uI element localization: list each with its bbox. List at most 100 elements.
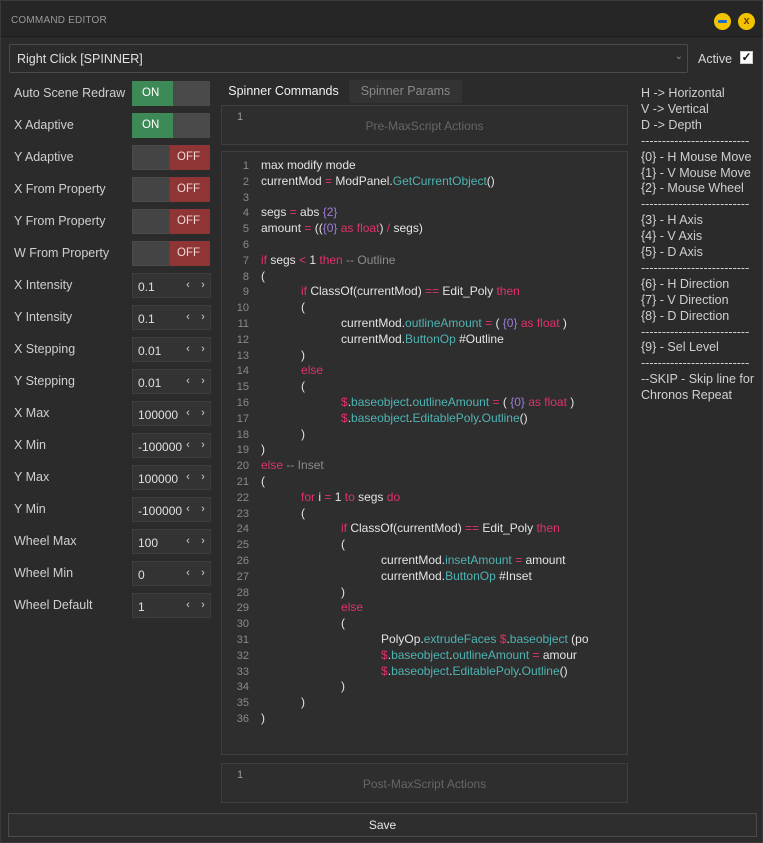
chevron-left-icon[interactable]: ‹: [181, 274, 195, 297]
code-line[interactable]: 15 (: [222, 378, 305, 394]
code-line[interactable]: 31 PolyOp.extrudeFaces $.baseobject (po: [222, 631, 589, 647]
command-select[interactable]: Right Click [SPINNER] ⌄: [9, 44, 688, 73]
setting-toggle[interactable]: OFF: [132, 177, 210, 202]
code-line[interactable]: 19): [222, 441, 265, 457]
code-line[interactable]: 11 currentMod.outlineAmount = ( {0} as f…: [222, 315, 567, 331]
chevron-left-icon[interactable]: ‹: [181, 594, 195, 617]
code-line[interactable]: 24 if ClassOf(currentMod) == Edit_Poly t…: [222, 520, 560, 536]
code-line[interactable]: 21 (: [222, 473, 265, 489]
code-editor[interactable]: 1 max modify mode 2 currentMod = ModPanel.G…: [221, 151, 628, 755]
code-line[interactable]: 17 $.baseobject.EditablePoly.Outline(): [222, 410, 528, 426]
number-spinner[interactable]: -100000 ‹ ›: [132, 497, 211, 522]
code-line[interactable]: 27 currentMod.ButtonOp #Inset: [222, 568, 532, 584]
code-line[interactable]: 13 ): [222, 347, 305, 363]
chevron-left-icon[interactable]: ‹: [181, 562, 195, 585]
spinner-value[interactable]: 0: [138, 568, 182, 582]
chevron-left-icon[interactable]: ‹: [181, 402, 195, 425]
pre-maxscript-editor[interactable]: 1 Pre-MaxScript Actions: [221, 105, 628, 145]
number-spinner[interactable]: -100000 ‹ ›: [132, 433, 211, 458]
chevron-right-icon[interactable]: ›: [196, 370, 210, 393]
help-divider: --------------------------: [641, 356, 750, 371]
spinner-value[interactable]: 0.1: [138, 312, 182, 326]
chevron-right-icon[interactable]: ›: [196, 562, 210, 585]
chevron-right-icon[interactable]: ›: [196, 274, 210, 297]
setting-toggle[interactable]: ON: [132, 81, 210, 106]
tab-spinner-params[interactable]: Spinner Params: [349, 80, 462, 103]
chevron-right-icon[interactable]: ›: [196, 306, 210, 329]
code-line[interactable]: 33 $.baseobject.EditablePoly.Outline(): [222, 663, 568, 679]
spinner-value[interactable]: 100000: [138, 472, 182, 486]
code-line[interactable]: 25 (: [222, 536, 345, 552]
spinner-value[interactable]: 0.01: [138, 376, 182, 390]
code-line[interactable]: 8(: [222, 268, 265, 284]
code-line[interactable]: 29 else: [222, 599, 363, 615]
code-line[interactable]: 1 max modify mode: [222, 157, 356, 173]
number-spinner[interactable]: 100 ‹ ›: [132, 529, 211, 554]
chevron-right-icon[interactable]: ›: [196, 530, 210, 553]
chevron-right-icon[interactable]: ›: [196, 594, 210, 617]
number-spinner[interactable]: 0.1 ‹ ›: [132, 273, 211, 298]
chevron-left-icon[interactable]: ‹: [181, 466, 195, 489]
code-line[interactable]: 6: [222, 236, 249, 252]
spinner-value[interactable]: 1: [138, 600, 182, 614]
code-line[interactable]: 16 $.baseobject.outlineAmount = ( {0} as…: [222, 394, 575, 410]
number-spinner[interactable]: 1 ‹ ›: [132, 593, 211, 618]
chevron-left-icon[interactable]: ‹: [181, 338, 195, 361]
number-spinner[interactable]: 0.01 ‹ ›: [132, 369, 211, 394]
spinner-value[interactable]: 0.01: [138, 344, 182, 358]
save-button[interactable]: Save: [8, 813, 757, 837]
spinner-value[interactable]: -100000: [138, 440, 182, 454]
chevron-right-icon[interactable]: ›: [196, 402, 210, 425]
code-line[interactable]: 23 (: [222, 505, 305, 521]
code-line[interactable]: 18 ): [222, 426, 305, 442]
setting-toggle[interactable]: OFF: [132, 145, 210, 170]
chevron-left-icon[interactable]: ‹: [181, 370, 195, 393]
number-spinner[interactable]: 0.01 ‹ ›: [132, 337, 211, 362]
chevron-right-icon[interactable]: ›: [196, 498, 210, 521]
tab-spinner-commands[interactable]: Spinner Commands: [221, 80, 346, 103]
setting-toggle[interactable]: OFF: [132, 241, 210, 266]
spinner-value[interactable]: 100000: [138, 408, 182, 422]
setting-label: Auto Scene Redraw: [14, 86, 126, 100]
post-maxscript-editor[interactable]: 1 Post-MaxScript Actions: [221, 763, 628, 803]
chevron-left-icon[interactable]: ‹: [181, 530, 195, 553]
chevron-right-icon[interactable]: ›: [196, 466, 210, 489]
code-line[interactable]: 10 (: [222, 299, 305, 315]
chevron-right-icon[interactable]: ›: [196, 434, 210, 457]
code-line[interactable]: 5 amount = (({0} as float) / segs): [222, 220, 423, 236]
chevron-left-icon[interactable]: ‹: [181, 434, 195, 457]
code-line[interactable]: 12 currentMod.ButtonOp #Outline: [222, 331, 504, 347]
spinner-value[interactable]: -100000: [138, 504, 182, 518]
code-line[interactable]: 20 else -- Inset: [222, 457, 324, 473]
active-checkbox[interactable]: ✓: [740, 51, 753, 64]
minimize-button[interactable]: [714, 13, 731, 30]
code-line[interactable]: 7 if segs < 1 then -- Outline: [222, 252, 396, 268]
code-line[interactable]: 36): [222, 710, 265, 726]
code-line[interactable]: 4 segs = abs {2}: [222, 204, 338, 220]
code-line[interactable]: 28 ): [222, 584, 345, 600]
number-spinner[interactable]: 0 ‹ ›: [132, 561, 211, 586]
spinner-value[interactable]: 0.1: [138, 280, 182, 294]
setting-toggle[interactable]: OFF: [132, 209, 210, 234]
code-line[interactable]: 34 ): [222, 678, 345, 694]
code-line[interactable]: 3: [222, 189, 249, 205]
code-line[interactable]: 26 currentMod.insetAmount = amount: [222, 552, 566, 568]
help-divider: --------------------------: [641, 133, 750, 148]
code-line[interactable]: 2 currentMod = ModPanel.GetCurrentObject(…: [222, 173, 495, 189]
code-line[interactable]: 32 $.baseobject.outlineAmount = amour: [222, 647, 577, 663]
chevron-left-icon[interactable]: ‹: [181, 498, 195, 521]
number-spinner[interactable]: 100000 ‹ ›: [132, 401, 211, 426]
code-line[interactable]: 30 (: [222, 615, 345, 631]
chevron-right-icon[interactable]: ›: [196, 338, 210, 361]
setting-toggle[interactable]: ON: [132, 113, 210, 138]
close-button[interactable]: x: [738, 13, 755, 30]
spinner-value[interactable]: 100: [138, 536, 182, 550]
chevron-left-icon[interactable]: ‹: [181, 306, 195, 329]
code-line[interactable]: 14 else: [222, 362, 323, 378]
code-line[interactable]: 9 if ClassOf(currentMod) == Edit_Poly th…: [222, 283, 520, 299]
setting-label: Y Max: [14, 470, 50, 484]
number-spinner[interactable]: 100000 ‹ ›: [132, 465, 211, 490]
code-line[interactable]: 35 ): [222, 694, 305, 710]
code-line[interactable]: 22 for i = 1 to segs do: [222, 489, 400, 505]
number-spinner[interactable]: 0.1 ‹ ›: [132, 305, 211, 330]
